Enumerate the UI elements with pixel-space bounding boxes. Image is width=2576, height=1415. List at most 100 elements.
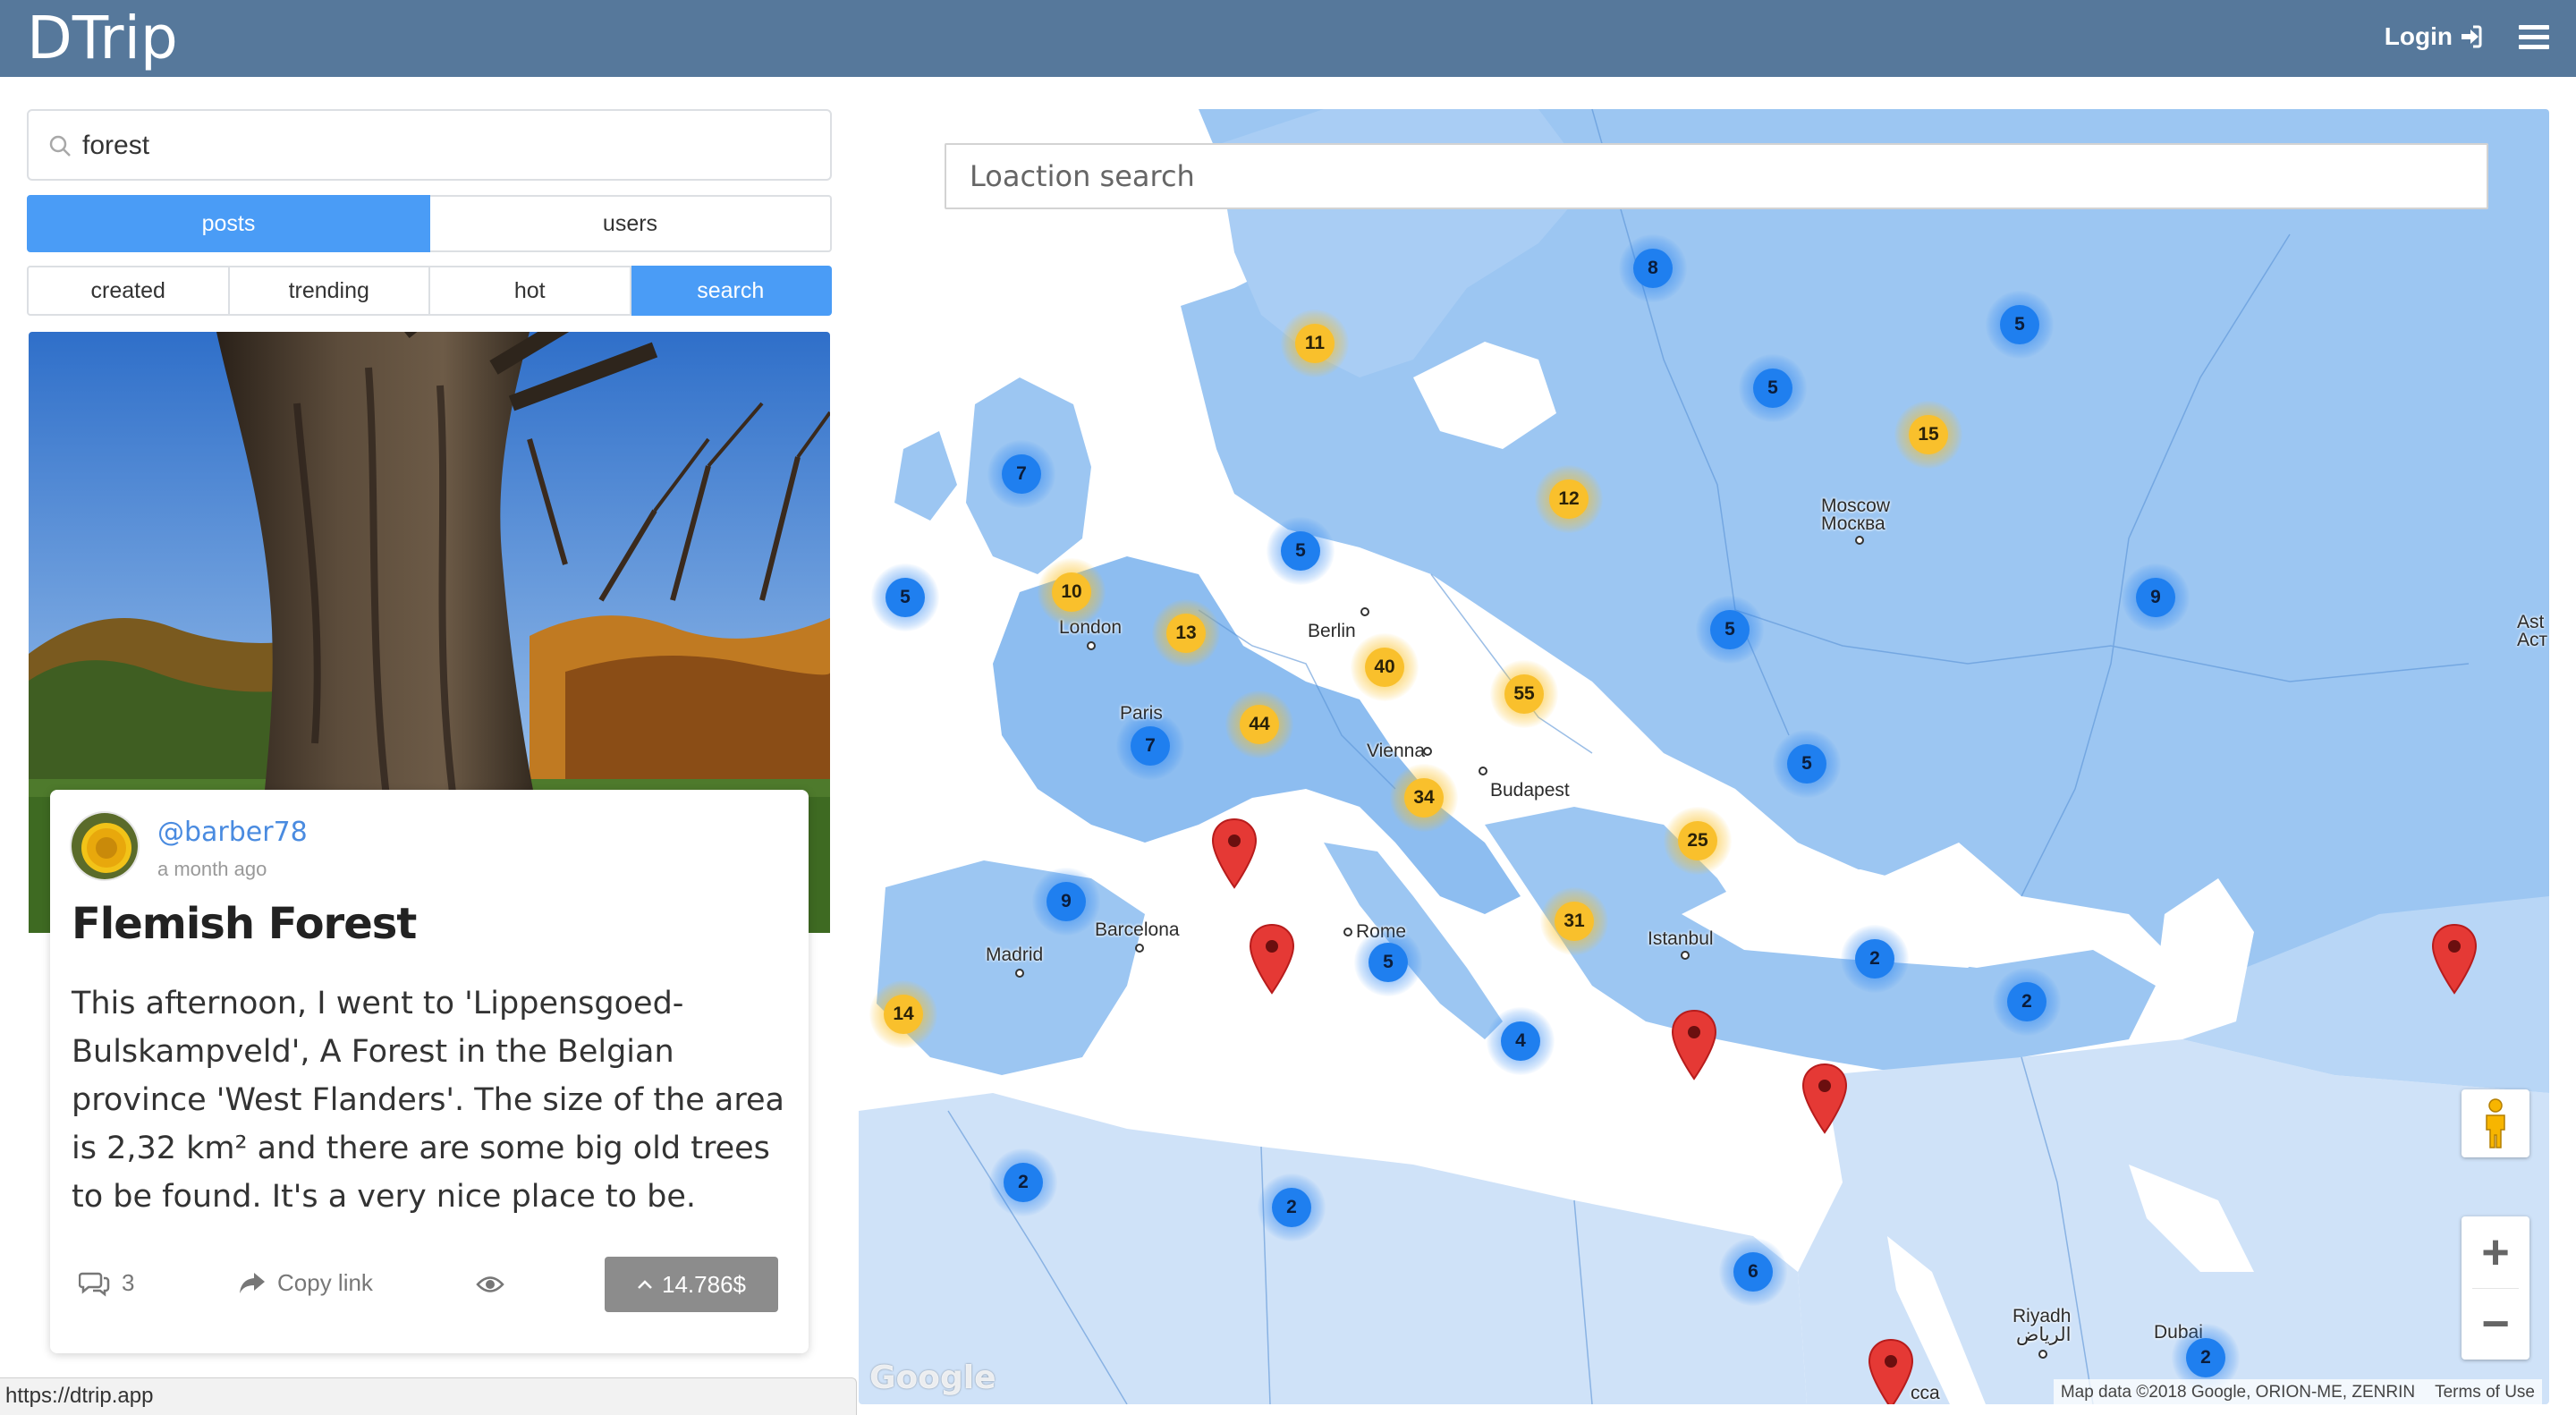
map-cluster[interactable]: 5 [1354,928,1422,996]
search-icon [49,135,71,157]
map-cluster[interactable]: 5 [1739,354,1807,422]
comments-icon [79,1272,110,1297]
cluster-count: 7 [1131,726,1170,766]
map-cluster[interactable]: 5 [871,563,939,631]
map-cluster[interactable]: 2 [989,1148,1057,1216]
tab-created[interactable]: created [27,266,230,316]
map-cluster[interactable]: 11 [1281,309,1349,377]
brand-logo[interactable]: DTrip [27,4,178,73]
map-cluster[interactable]: 55 [1490,660,1558,728]
cluster-count: 34 [1404,778,1444,818]
map-cluster[interactable]: 40 [1351,633,1419,701]
map-pin-icon[interactable] [1211,818,1258,889]
city-label: Аст [2517,630,2548,650]
post-actions: 3 Copy link 14.786$ [50,1257,809,1319]
upvote-button[interactable]: 14.786$ [605,1257,778,1312]
map-cluster[interactable]: 5 [1773,730,1841,798]
street-view-pegman-icon[interactable] [2462,1089,2529,1157]
zoom-out-button[interactable]: − [2462,1288,2529,1360]
map-cluster[interactable]: 10 [1038,558,1106,626]
cluster-count: 11 [1295,324,1335,363]
map-pin-icon[interactable] [1671,1009,1717,1080]
map-cluster[interactable]: 13 [1152,599,1220,667]
map-cluster[interactable]: 7 [1116,712,1184,780]
view-button[interactable] [476,1275,504,1299]
avatar[interactable] [70,811,140,881]
cluster-count: 2 [1004,1163,1043,1202]
map-pin-icon[interactable] [2431,923,2478,995]
city-marker [1015,969,1024,978]
payout-value: 14.786$ [662,1270,746,1298]
zoom-controls: + − [2462,1216,2529,1360]
cluster-count: 10 [1052,572,1091,612]
login-button[interactable]: Login [2385,22,2483,51]
sort-tabs: created trending hot search [27,266,832,316]
cluster-count: 5 [886,578,925,617]
city-label: Berlin [1308,621,1356,641]
cluster-count: 7 [1002,454,1041,494]
menu-icon[interactable] [2519,25,2549,50]
cluster-count: 2 [1272,1188,1311,1227]
city-marker [1479,767,1487,775]
cluster-count: 25 [1678,821,1717,860]
tab-users[interactable]: users [430,195,832,252]
map-pin-icon[interactable] [1801,1063,1848,1134]
map-canvas[interactable] [859,109,2549,1404]
cluster-count: 9 [2136,578,2175,617]
post-title[interactable]: Flemish Forest [72,899,417,949]
copy-link-button[interactable]: Copy link [238,1269,373,1297]
map-cluster[interactable]: 9 [2122,563,2190,631]
map-cluster[interactable]: 14 [869,980,937,1048]
sign-in-icon [2462,25,2482,48]
share-icon [240,1272,265,1293]
map-cluster[interactable]: 4 [1487,1007,1555,1075]
city-marker [1135,944,1144,953]
city-label: Budapest [1490,780,1570,801]
map-cluster[interactable]: 15 [1894,401,1962,469]
map-cluster[interactable]: 12 [1535,465,1603,533]
map-cluster[interactable]: 2 [1841,925,1909,993]
map-cluster[interactable]: 34 [1390,764,1458,832]
map-cluster[interactable]: 7 [987,440,1055,508]
city-label: Barcelona [1095,919,1180,940]
cluster-count: 2 [1855,939,1894,979]
map-cluster[interactable]: 5 [1696,596,1764,664]
cluster-count: 4 [1501,1021,1540,1061]
city-label: cca [1911,1383,1940,1403]
map-cluster[interactable]: 5 [1267,517,1335,585]
post-author-link[interactable]: @barber78 [157,817,308,848]
map-cluster[interactable]: 2 [1993,968,2061,1036]
map-cluster[interactable]: 9 [1032,868,1100,936]
cluster-count: 12 [1549,479,1589,519]
zoom-in-button[interactable]: + [2462,1216,2529,1288]
tab-search[interactable]: search [631,266,832,316]
city-marker [1343,928,1352,936]
map-cluster[interactable]: 5 [1986,291,2054,359]
map-cluster[interactable]: 6 [1719,1238,1787,1306]
city-marker [1855,536,1864,545]
map-cluster[interactable]: 8 [1619,234,1687,302]
location-search-input[interactable] [946,145,2487,208]
map-cluster[interactable]: 2 [1258,1174,1326,1241]
map[interactable]: Moscow Москва London Berlin Paris Vienna… [859,109,2549,1404]
tab-trending[interactable]: trending [229,266,430,316]
city-marker [1681,951,1690,960]
map-pin-icon[interactable] [1249,923,1295,995]
tab-hot[interactable]: hot [430,266,631,316]
tab-posts[interactable]: posts [27,195,430,252]
city-label: Madrid [986,945,1044,965]
browser-status-url: https://dtrip.app [0,1377,857,1415]
cluster-count: 8 [1633,249,1673,288]
map-pin-icon[interactable] [1868,1338,1914,1404]
cluster-count: 5 [1753,369,1792,408]
search-input[interactable] [82,122,816,170]
chevron-up-icon [638,1280,652,1289]
content-type-tabs: posts users [27,195,832,252]
map-cluster[interactable]: 31 [1540,887,1608,955]
terms-of-use-link[interactable]: Terms of Use [2435,1383,2535,1402]
map-cluster[interactable]: 25 [1664,807,1732,875]
map-cluster[interactable]: 44 [1225,691,1293,758]
comments-button[interactable]: 3 [79,1269,134,1297]
location-search [945,143,2488,209]
google-logo[interactable]: Google [869,1360,996,1396]
